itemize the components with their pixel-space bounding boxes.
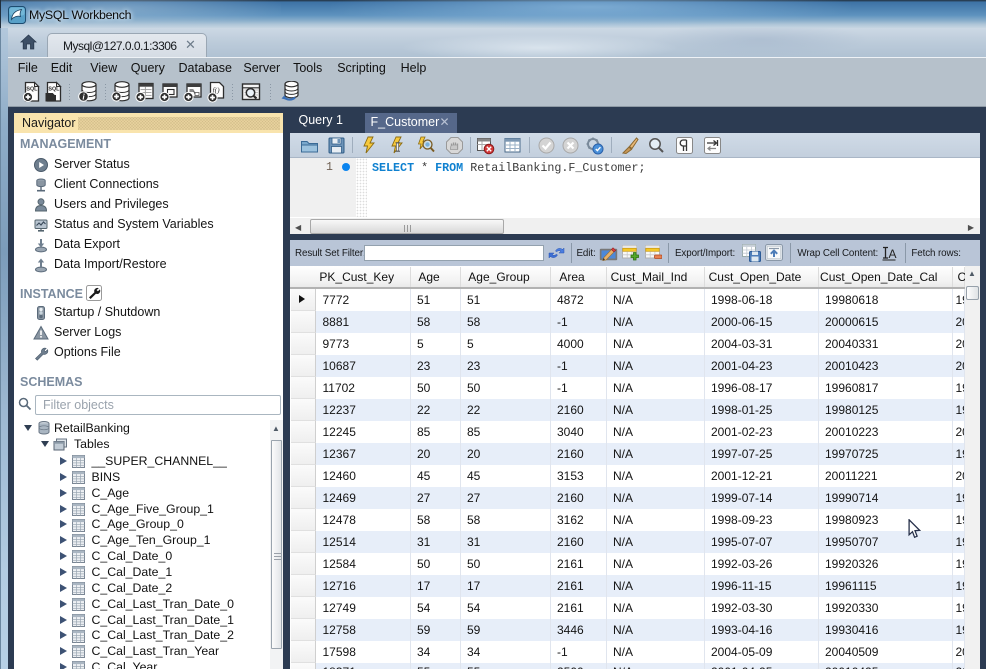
svg-text:SQL: SQL bbox=[48, 86, 60, 92]
svg-text:A: A bbox=[889, 247, 897, 261]
svg-text:SQL: SQL bbox=[26, 86, 38, 92]
